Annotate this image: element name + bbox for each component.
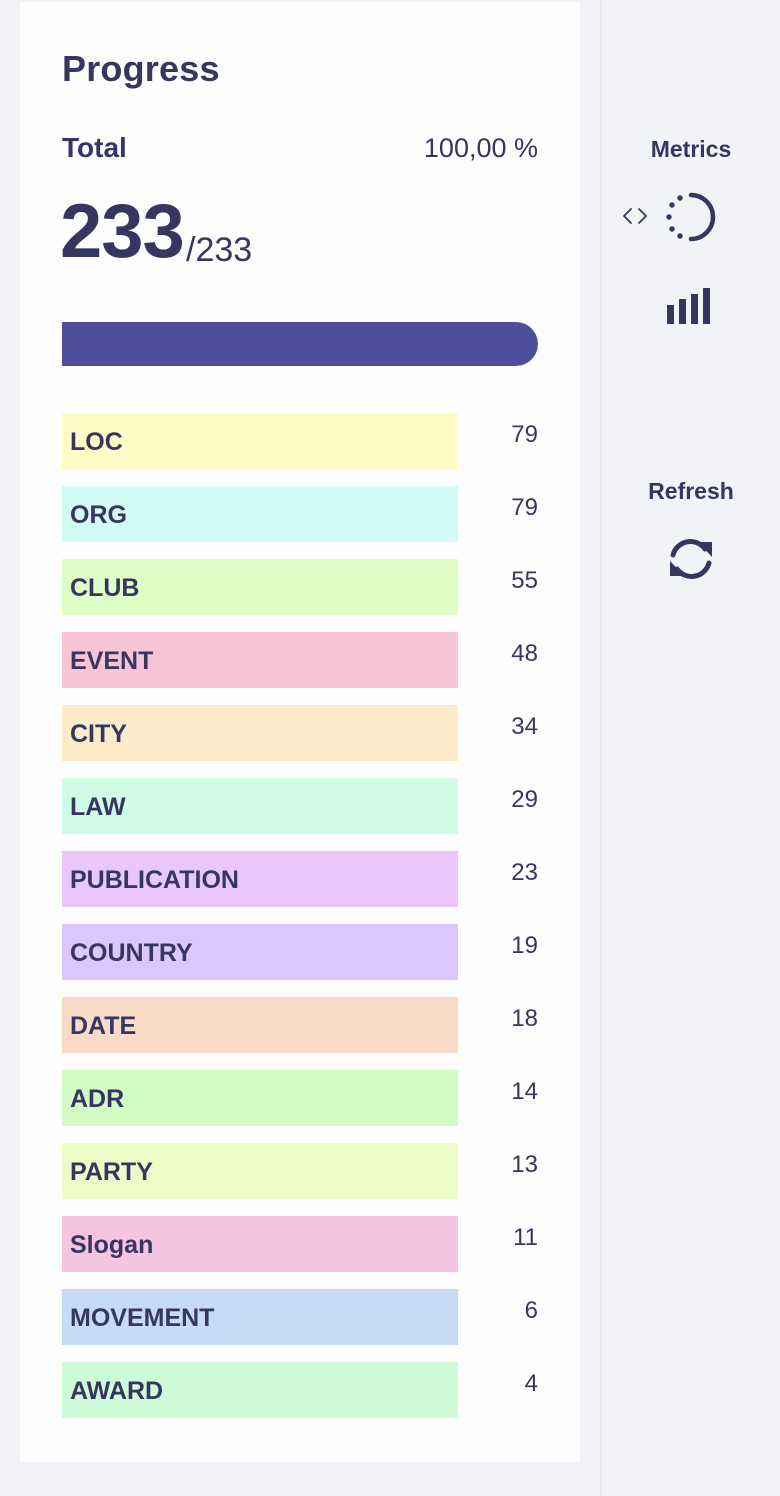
- metrics-heading: Metrics: [650, 136, 732, 162]
- total-label: Total: [62, 132, 127, 163]
- total-percent: 100,00 %: [423, 133, 538, 163]
- label-list: LOC 79 ORG 79 CLUB 55 EVENT 48 CITY 34 LAW 29 PUBLIC…: [62, 413, 538, 1435]
- label-chip[interactable]: COUNTRY: [62, 924, 458, 980]
- label-count: 6: [524, 1297, 538, 1324]
- loading-spinner-icon[interactable]: [664, 192, 718, 242]
- label-chip[interactable]: ADR: [62, 1070, 458, 1126]
- label-count: 19: [511, 932, 538, 959]
- label-chip[interactable]: EVENT: [62, 632, 458, 688]
- label-row[interactable]: ORG 79: [62, 486, 538, 559]
- label-chip[interactable]: CLUB: [62, 559, 458, 615]
- label-row[interactable]: DATE 18: [62, 997, 538, 1070]
- label-row[interactable]: AWARD 4: [62, 1362, 538, 1435]
- label-count: 11: [513, 1224, 538, 1251]
- completed-count: 233: [60, 189, 185, 274]
- label-row[interactable]: Slogan 11: [62, 1216, 538, 1289]
- label-row[interactable]: EVENT 48: [62, 632, 538, 705]
- label-chip[interactable]: PUBLICATION: [62, 851, 458, 907]
- label-chip[interactable]: DATE: [62, 997, 458, 1053]
- label-row[interactable]: LAW 29: [62, 778, 538, 851]
- code-icon[interactable]: [622, 206, 648, 226]
- total-count: /233: [186, 231, 253, 269]
- label-row[interactable]: MOVEMENT 6: [62, 1289, 538, 1362]
- progress-bar-fill: [62, 322, 538, 366]
- label-count: 55: [511, 567, 538, 594]
- label-chip[interactable]: ORG: [62, 486, 458, 542]
- label-row[interactable]: PARTY 13: [62, 1143, 538, 1216]
- label-count: 4: [524, 1370, 538, 1397]
- label-chip[interactable]: AWARD: [62, 1362, 458, 1418]
- label-chip[interactable]: PARTY: [62, 1143, 458, 1199]
- progress-bar: [62, 322, 538, 366]
- label-count: 79: [511, 494, 538, 521]
- panel-title: Progress: [62, 48, 220, 89]
- label-chip[interactable]: CITY: [62, 705, 458, 761]
- label-chip[interactable]: MOVEMENT: [62, 1289, 458, 1345]
- label-count: 13: [511, 1151, 538, 1178]
- label-count: 48: [511, 640, 538, 667]
- label-count: 34: [511, 713, 538, 740]
- refresh-icon[interactable]: [664, 534, 718, 584]
- refresh-heading: Refresh: [648, 478, 734, 504]
- label-row[interactable]: PUBLICATION 23: [62, 851, 538, 924]
- bar-chart-icon[interactable]: [666, 286, 718, 326]
- sidebar-divider: [600, 0, 602, 1496]
- label-row[interactable]: COUNTRY 19: [62, 924, 538, 997]
- label-count: 79: [511, 421, 538, 448]
- label-row[interactable]: CITY 34: [62, 705, 538, 778]
- label-count: 18: [511, 1005, 538, 1032]
- label-row[interactable]: LOC 79: [62, 413, 538, 486]
- label-chip[interactable]: LAW: [62, 778, 458, 834]
- label-count: 14: [511, 1078, 538, 1105]
- label-row[interactable]: ADR 14: [62, 1070, 538, 1143]
- label-count: 29: [511, 786, 538, 813]
- progress-panel: Progress Total 100,00 % 233 /233 LOC 79 OR…: [20, 2, 580, 1462]
- label-count: 23: [511, 859, 538, 886]
- label-row[interactable]: CLUB 55: [62, 559, 538, 632]
- label-chip[interactable]: LOC: [62, 413, 458, 469]
- label-chip[interactable]: Slogan: [62, 1216, 458, 1272]
